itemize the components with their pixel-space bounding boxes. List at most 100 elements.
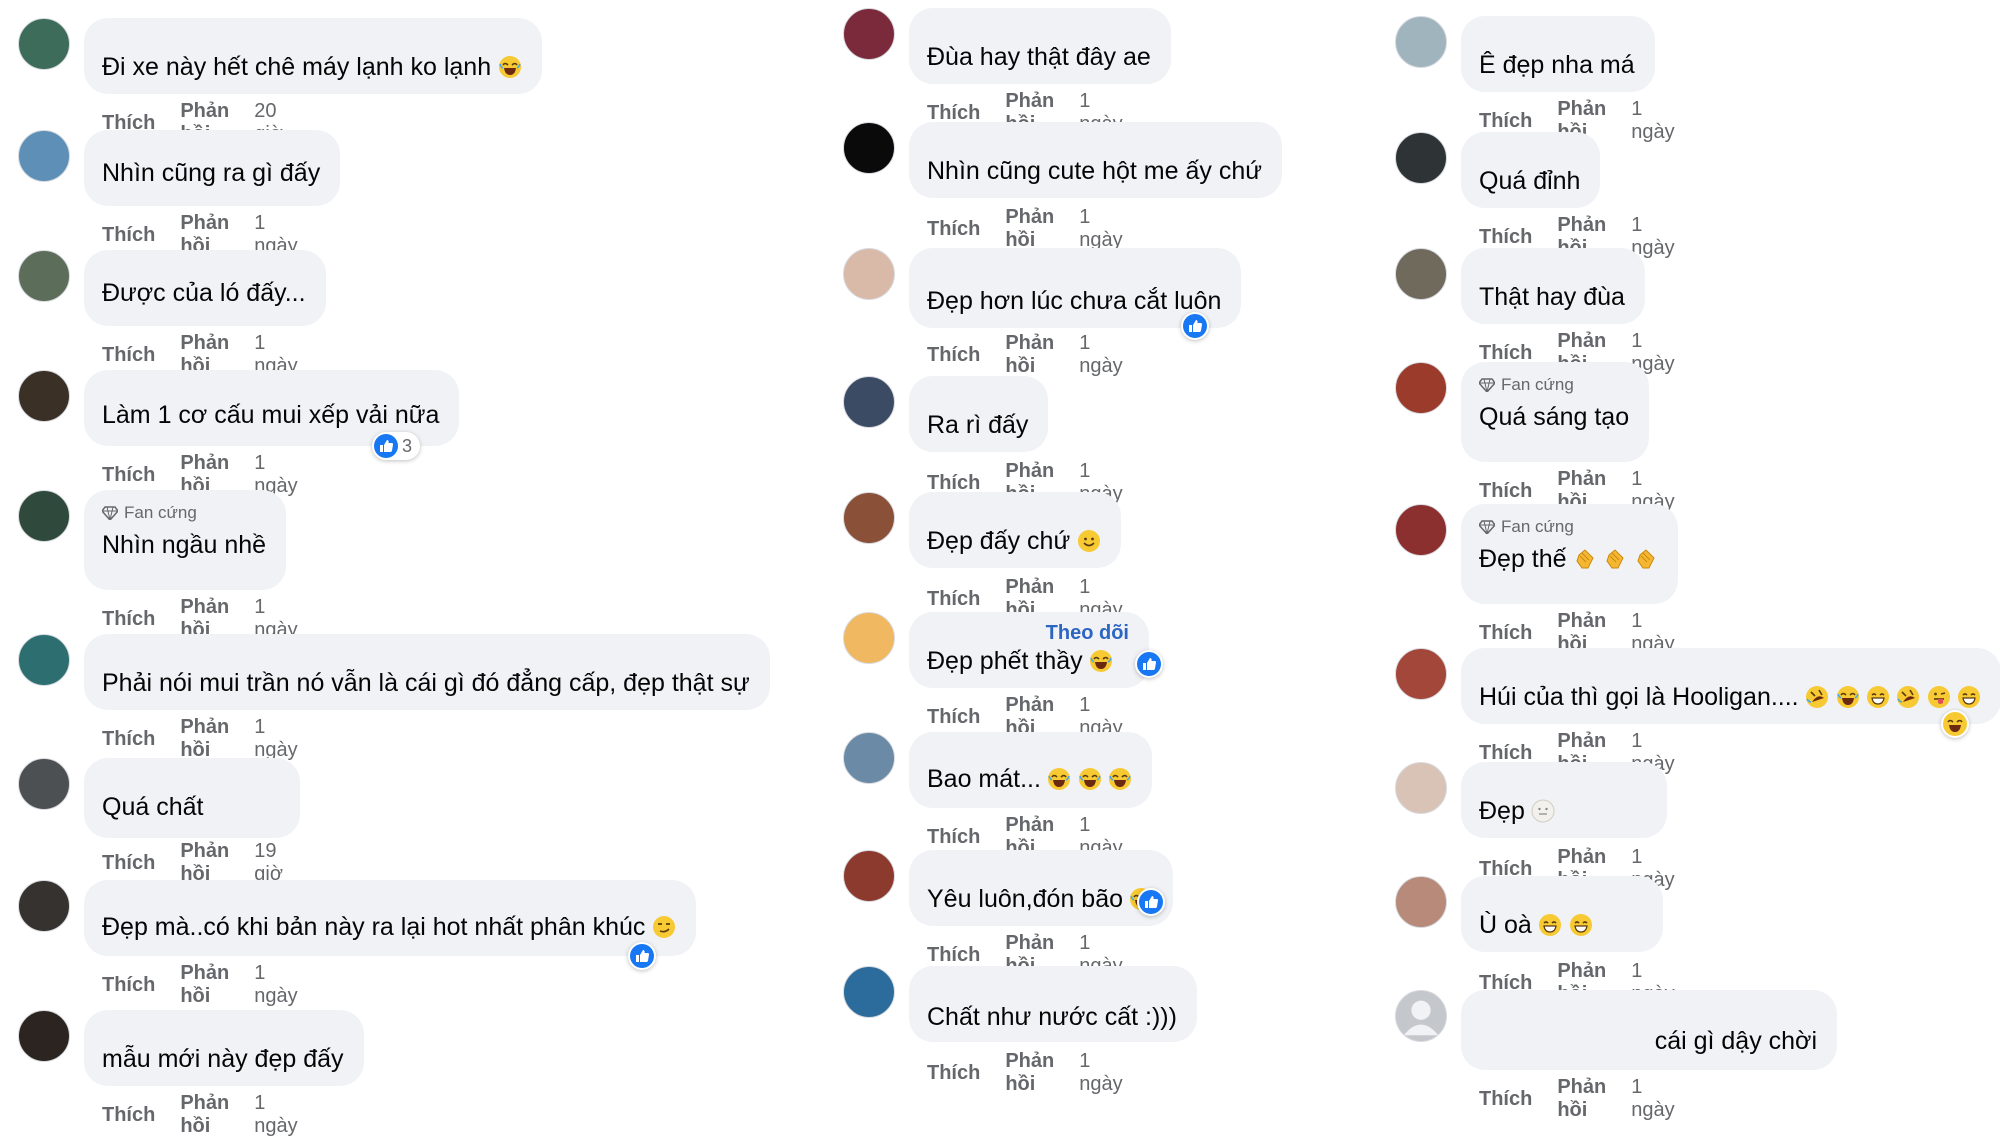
like-link[interactable]: Thích <box>1479 226 1532 249</box>
timestamp[interactable]: 1 ngày <box>1631 98 1674 144</box>
timestamp[interactable]: 1 ngày <box>254 716 297 762</box>
comment-text: Thật hay đùa <box>1479 283 1625 311</box>
diamond-icon <box>1479 378 1495 392</box>
avatar[interactable] <box>1395 762 1447 814</box>
comment-bubble: cái gì dậy chời <box>1461 990 1837 1070</box>
comment-text: Đẹp thế <box>1479 545 1567 573</box>
laughing-emoji <box>498 56 521 78</box>
avatar[interactable] <box>18 1010 70 1062</box>
reaction-count[interactable] <box>1137 888 1165 916</box>
avatar[interactable] <box>1395 132 1447 184</box>
reaction-count[interactable] <box>1941 710 1969 738</box>
like-link[interactable]: Thích <box>927 944 980 967</box>
like-link[interactable]: Thích <box>102 224 155 247</box>
timestamp[interactable]: 1 ngày <box>1079 1050 1122 1096</box>
laughing-emoji <box>1078 768 1101 790</box>
avatar[interactable] <box>18 18 70 70</box>
avatar[interactable] <box>843 376 895 428</box>
avatar[interactable] <box>1395 16 1447 68</box>
avatar[interactable] <box>843 612 895 664</box>
avatar[interactable] <box>18 634 70 686</box>
reaction-count-label: 3 <box>402 435 413 456</box>
comment-bubble: Quá đỉnh <box>1461 132 1601 208</box>
like-link[interactable]: Thích <box>927 826 980 849</box>
comment-text: Quá chất <box>102 793 204 821</box>
follow-link[interactable]: Theo dõi <box>1046 622 1129 645</box>
fan-badge-label: Fan cứng <box>1501 517 1574 536</box>
clap-emoji <box>1637 549 1655 569</box>
like-link[interactable]: Thích <box>927 344 980 367</box>
avatar[interactable] <box>1395 504 1447 556</box>
avatar[interactable] <box>1395 248 1447 300</box>
avatar[interactable] <box>843 122 895 174</box>
comment-text: Làm 1 cơ cấu mui xếp vải nữa <box>102 401 440 429</box>
avatar[interactable] <box>18 758 70 810</box>
neutral-emoji <box>1531 799 1555 823</box>
avatar[interactable] <box>843 248 895 300</box>
like-link[interactable]: Thích <box>1479 480 1532 503</box>
avatar[interactable] <box>1395 362 1447 414</box>
timestamp[interactable]: 1 ngày <box>254 1092 297 1138</box>
like-link[interactable]: Thích <box>927 218 980 241</box>
comment-text: Đẹp phết thầy <box>927 647 1083 675</box>
like-link[interactable]: Thích <box>927 588 980 611</box>
like-link[interactable]: Thích <box>102 1104 155 1127</box>
avatar[interactable] <box>843 732 895 784</box>
comment-bubble: Húi của thì gọi là Hooligan.... <box>1461 648 2000 724</box>
like-link[interactable]: Thích <box>102 852 155 875</box>
reply-link[interactable]: Phản hồi <box>180 962 229 1008</box>
like-link[interactable]: Thích <box>102 974 155 997</box>
timestamp[interactable]: 1 ngày <box>1079 206 1122 252</box>
smirk-emoji <box>652 916 675 938</box>
comment-actions: Thích Phản hồi 1 ngày <box>927 332 1123 378</box>
avatar[interactable] <box>18 880 70 932</box>
comment-bubble: Đẹp <box>1461 762 1667 838</box>
like-link[interactable]: Thích <box>102 344 155 367</box>
rofl-emoji <box>1897 686 1920 708</box>
avatar[interactable] <box>843 966 895 1018</box>
like-link[interactable]: Thích <box>1479 1088 1532 1111</box>
reply-link[interactable]: Phản hồi <box>1005 1050 1054 1096</box>
like-link[interactable]: Thích <box>102 608 155 631</box>
avatar[interactable] <box>18 370 70 422</box>
avatar[interactable] <box>18 250 70 302</box>
reply-link[interactable]: Phản hồi <box>1005 206 1054 252</box>
reaction-count[interactable] <box>628 942 656 970</box>
avatar[interactable] <box>843 8 895 60</box>
timestamp[interactable]: 1 ngày <box>1631 214 1674 260</box>
reaction-count[interactable] <box>1135 650 1163 678</box>
like-link[interactable]: Thích <box>927 1062 980 1085</box>
comment-bubble: Đi xe này hết chê máy lạnh ko lạnh <box>84 18 542 94</box>
comment-bubble: Fan cứng Đẹp thế <box>1461 504 1678 604</box>
timestamp[interactable]: 1 ngày <box>254 962 297 1008</box>
reply-link[interactable]: Phản hồi <box>180 716 229 762</box>
like-reaction-icon <box>1137 652 1161 676</box>
reaction-count[interactable]: 3 <box>372 432 421 460</box>
comment-bubble: Được của ló đấy... <box>84 250 326 326</box>
reply-link[interactable]: Phản hồi <box>180 1092 229 1138</box>
reply-link[interactable]: Phản hồi <box>1557 1076 1606 1122</box>
like-reaction-icon <box>630 944 654 968</box>
reaction-count[interactable] <box>1181 312 1209 340</box>
comment-bubble: Fan cứng Quá sáng tạo <box>1461 362 1650 462</box>
timestamp[interactable]: 1 ngày <box>1631 1076 1674 1122</box>
comment-text: Đẹp <box>1479 797 1525 825</box>
like-link[interactable]: Thích <box>102 728 155 751</box>
avatar[interactable] <box>843 492 895 544</box>
avatar[interactable] <box>843 850 895 902</box>
reply-link[interactable]: Phản hồi <box>1005 332 1054 378</box>
avatar[interactable] <box>18 490 70 542</box>
like-link[interactable]: Thích <box>1479 110 1532 133</box>
like-link[interactable]: Thích <box>102 464 155 487</box>
like-link[interactable]: Thích <box>927 706 980 729</box>
avatar[interactable] <box>1395 876 1447 928</box>
avatar[interactable] <box>1395 648 1447 700</box>
comment-actions: Thích Phản hồi 1 ngày <box>1479 1076 1675 1122</box>
like-reaction-icon <box>374 434 398 458</box>
like-link[interactable]: Thích <box>1479 622 1532 645</box>
comment-text: Ê đẹp nha má <box>1479 51 1635 79</box>
default-avatar[interactable] <box>1395 990 1447 1042</box>
avatar[interactable] <box>18 130 70 182</box>
timestamp[interactable]: 1 ngày <box>1079 332 1122 378</box>
comment-actions: Thích Phản hồi 1 ngày <box>102 1092 298 1138</box>
